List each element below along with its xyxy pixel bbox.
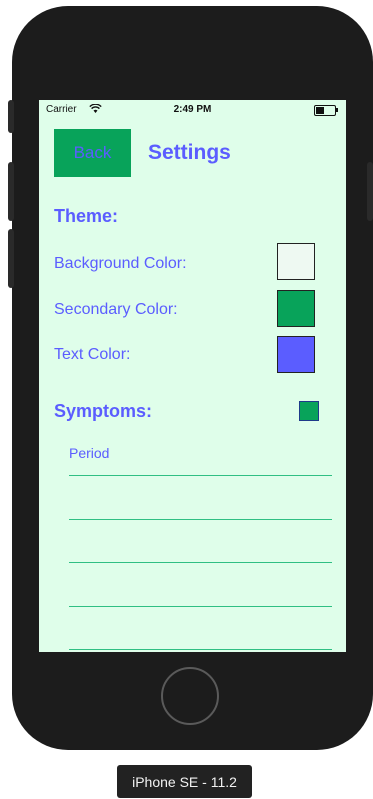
theme-heading: Theme: [54, 206, 119, 226]
background-color-label: Background Color: [54, 255, 187, 272]
volume-up-button [8, 162, 14, 221]
text-color-swatch[interactable] [277, 336, 315, 373]
battery-icon [314, 105, 338, 116]
secondary-color-label: Secondary Color: [54, 301, 178, 318]
back-button[interactable]: Back [54, 129, 131, 177]
list-separator [69, 606, 332, 607]
device-label: iPhone SE - 11.2 [117, 765, 252, 798]
home-button[interactable] [161, 667, 219, 725]
status-bar: Carrier 2:49 PM [39, 100, 346, 120]
symptoms-toggle-checkbox[interactable] [299, 401, 319, 421]
list-separator [69, 562, 332, 563]
list-separator [69, 649, 332, 650]
symptoms-heading: Symptoms: [54, 401, 153, 421]
list-item-period[interactable]: Period [69, 445, 109, 461]
app-screen: Carrier 2:49 PM Back Settings Theme: Bac… [39, 100, 346, 652]
power-button [367, 162, 373, 221]
text-color-label: Text Color: [54, 346, 131, 363]
mute-switch [8, 100, 14, 133]
clock: 2:49 PM [173, 104, 212, 115]
secondary-color-swatch[interactable] [277, 290, 315, 327]
list-separator [69, 519, 332, 520]
volume-down-button [8, 229, 14, 288]
background-color-swatch[interactable] [277, 243, 315, 280]
page-title: Settings [148, 141, 231, 164]
list-separator [69, 475, 332, 476]
